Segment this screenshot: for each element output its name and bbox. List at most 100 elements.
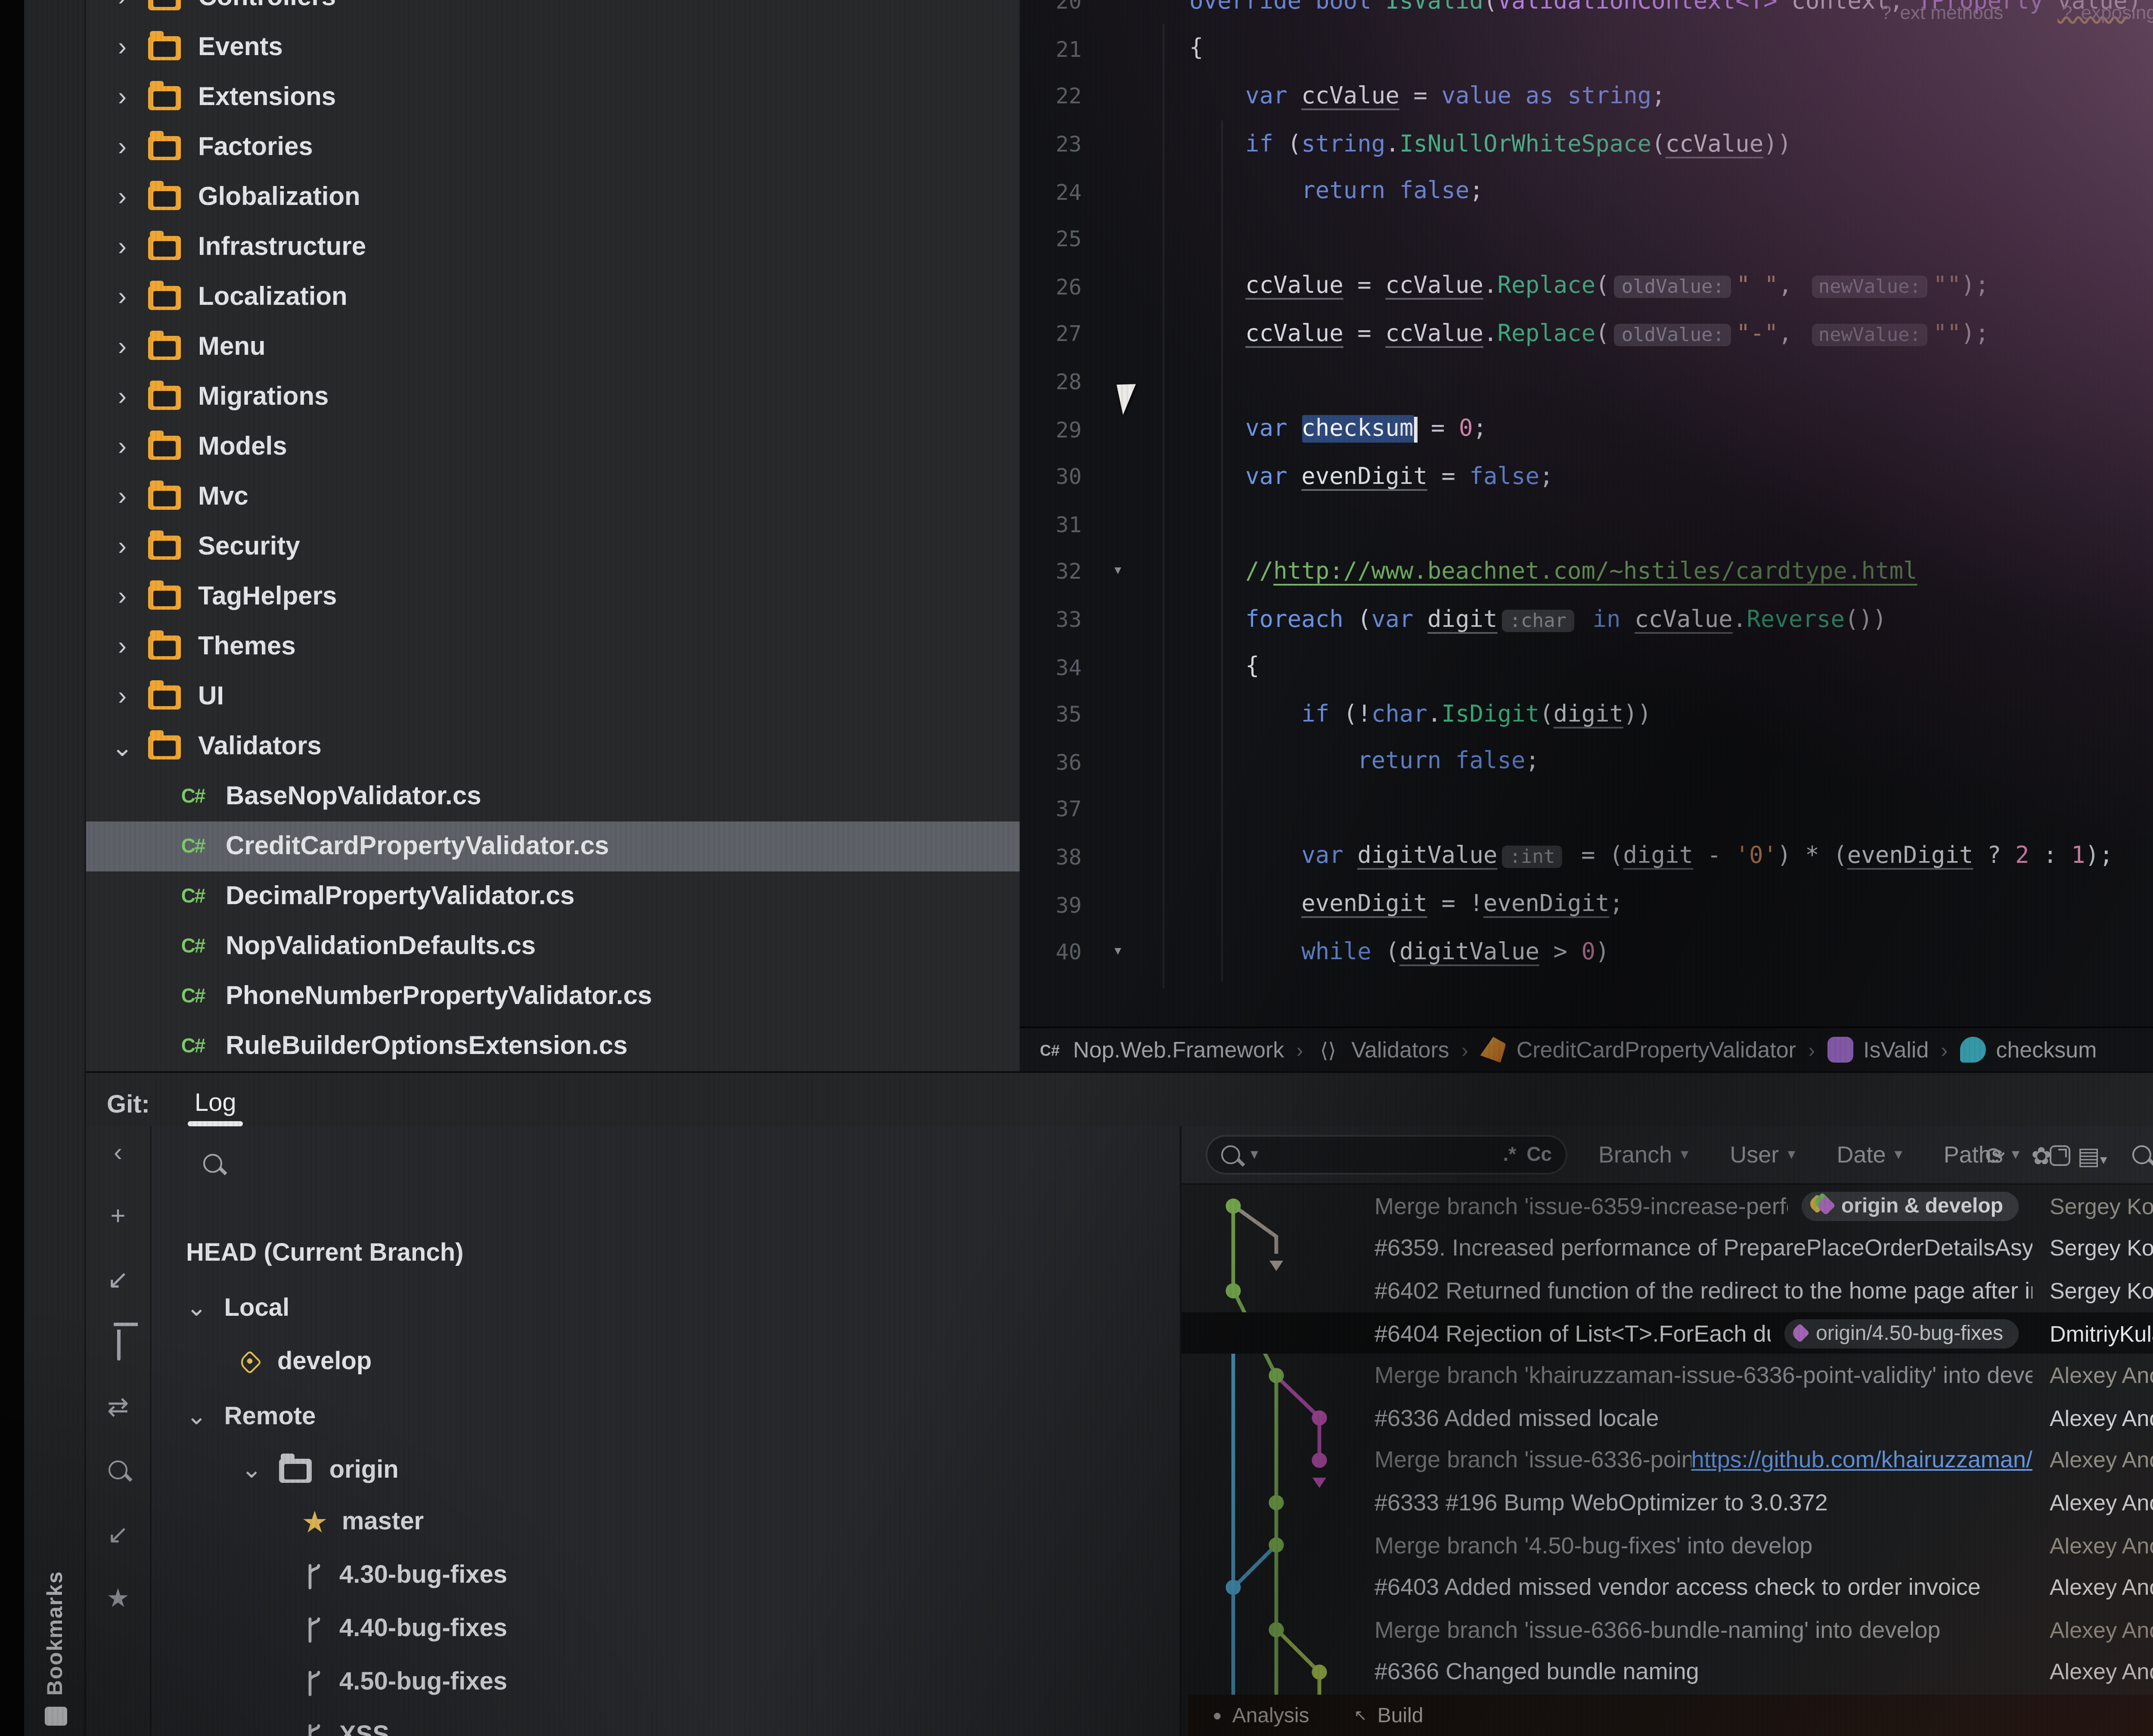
tree-folder-extensions[interactable]: ›Extensions	[86, 72, 1020, 122]
tree-file-basenopvalidator-cs[interactable]: C#BaseNopValidator.cs	[86, 772, 1020, 822]
tree-file-creditcardpropertyvalidator-cs[interactable]: C#CreditCardPropertyValidator.cs	[86, 822, 1020, 871]
editor-line-34[interactable]: 34 {	[1020, 643, 2153, 690]
commit-row-6[interactable]: #6336 Added missed localeAlexey Anokhin1…	[1182, 1397, 2153, 1439]
editor-line-26[interactable]: 26 ccValue = ccValue.Replace(oldValue:" …	[1020, 263, 2153, 310]
tree-folder-migrations[interactable]: ›Migrations	[86, 372, 1020, 422]
editor-line-25[interactable]: 25	[1020, 215, 2153, 263]
tree-file-phonenumberpropertyvalidator-cs[interactable]: C#PhoneNumberPropertyValidator.cs	[86, 971, 1020, 1021]
commit-row-2[interactable]: #6359. Increased performance of PrepareP…	[1182, 1227, 2153, 1269]
commit-row-9[interactable]: Merge branch '4.50-bug-fixes' into devel…	[1182, 1524, 2153, 1566]
editor-line-32[interactable]: 32▾ //http://www.beachnet.com/~hstiles/c…	[1020, 548, 2153, 595]
breadcrumb-item-checksum[interactable]: checksum	[1960, 1037, 2097, 1063]
build-indicator[interactable]: ↖Build	[1354, 1703, 1424, 1727]
tree-folder-models[interactable]: ›Models	[86, 422, 1020, 472]
editor-line-40[interactable]: 40▾ while (digitValue > 0)	[1020, 928, 2153, 976]
delete-icon[interactable]	[116, 1331, 120, 1359]
search-icon[interactable]	[109, 1459, 127, 1486]
branch-item-origin[interactable]: ⌄origin	[241, 1450, 399, 1491]
refresh-icon[interactable]: ⟳	[1985, 1141, 2005, 1170]
tree-folder-security[interactable]: ›Security	[86, 522, 1020, 572]
editor-line-30[interactable]: 30 var evenDigit = false;	[1020, 453, 2153, 500]
branch-item-remote[interactable]: ⌄Remote	[186, 1397, 316, 1438]
commit-row-4[interactable]: #6404 Rejection of List<T>.ForEach due t…	[1182, 1312, 2153, 1354]
branch-item-4-40-bug-fixes[interactable]: 4.40-bug-fixes	[303, 1609, 507, 1650]
editor-line-28[interactable]: 28	[1020, 358, 2153, 405]
branch-item-xss[interactable]: XSS	[303, 1715, 389, 1736]
tree-file-rulebuilderoptionsextension-cs[interactable]: C#RuleBuilderOptionsExtension.cs	[86, 1021, 1020, 1071]
editor-line-31[interactable]: 31	[1020, 500, 2153, 548]
search-commit-icon[interactable]	[2133, 1142, 2152, 1169]
fold-marker-icon[interactable]: ▾	[1102, 562, 1133, 581]
commit-row-5[interactable]: Merge branch 'khairuzzaman-issue-6336-po…	[1182, 1355, 2153, 1397]
breadcrumb-item-isvalid[interactable]: IsValid	[1827, 1037, 1929, 1063]
add-icon[interactable]: +	[110, 1204, 125, 1231]
tree-folder-globalization[interactable]: ›Globalization	[86, 172, 1020, 222]
compare-icon[interactable]: ⇄	[107, 1395, 129, 1423]
editor-line-21[interactable]: 21 {	[1020, 25, 2153, 72]
editor-line-22[interactable]: 22 var ccValue = value as string;	[1020, 73, 2153, 120]
editor-line-23[interactable]: 23 if (string.IsNullOrWhiteSpace(ccValue…	[1020, 120, 2153, 167]
match-case-toggle[interactable]: Cc	[1526, 1144, 1552, 1165]
tree-folder-infrastructure[interactable]: ›Infrastructure	[86, 222, 1020, 272]
ref-chip-origin-4-50-bug-fixes[interactable]: origin/4.50-bug-fixes	[1785, 1318, 2019, 1348]
tree-file-nopvalidationdefaults-cs[interactable]: C#NopValidationDefaults.cs	[86, 921, 1020, 971]
editor-line-24[interactable]: 24 return false;	[1020, 168, 2153, 215]
bookmarks-tool-button[interactable]: Bookmarks	[24, 1572, 86, 1726]
favorite-icon[interactable]: ★	[106, 1586, 130, 1614]
fold-marker-icon[interactable]: ▾	[1102, 942, 1133, 961]
tree-folder-ui[interactable]: ›UI	[86, 672, 1020, 722]
code-vision-hint[interactable]: ?exposing APIs	[2062, 3, 2153, 24]
regex-toggle[interactable]: .*	[1503, 1144, 1517, 1165]
commit-row-10[interactable]: #6403 Added missed vendor access check t…	[1182, 1566, 2153, 1609]
code-vision-hint[interactable]: ?ext methods	[1881, 3, 2003, 24]
breadcrumb-item-creditcardpropertyvalidator[interactable]: CreditCardPropertyValidator	[1480, 1037, 1796, 1063]
breadcrumb-item-nop.web.framework[interactable]: C#Nop.Web.Framework	[1037, 1037, 1284, 1063]
editor-line-35[interactable]: 35 if (!char.IsDigit(digit))	[1020, 691, 2153, 738]
tree-file-decimalpropertyvalidator-cs[interactable]: C#DecimalPropertyValidator.cs	[86, 871, 1020, 921]
commit-search-input[interactable]: ▾ .* Cc	[1206, 1135, 1567, 1175]
checkout-icon[interactable]: ↙	[107, 1522, 129, 1550]
breadcrumb-item-validators[interactable]: ⟨⟩Validators	[1315, 1037, 1449, 1063]
commit-row-7[interactable]: Merge branch 'issue-6336-point-validity'…	[1182, 1439, 2153, 1481]
tree-folder-validators[interactable]: ⌄Validators	[86, 722, 1020, 772]
editor-line-39[interactable]: 39 evenDigit = !evenDigit;	[1020, 880, 2153, 928]
editor-line-37[interactable]: 37	[1020, 785, 2153, 833]
collapse-icon[interactable]: ‹	[114, 1140, 122, 1168]
filter-user[interactable]: User▾	[1730, 1142, 1795, 1168]
branch-item-local[interactable]: ⌄Local	[186, 1288, 289, 1330]
tab-log[interactable]: Log	[195, 1090, 236, 1119]
branch-search-icon[interactable]	[203, 1154, 222, 1173]
intellisort-icon[interactable]: ▤▾	[2077, 1141, 2107, 1170]
analysis-indicator[interactable]: ●Analysis	[1213, 1703, 1309, 1727]
branch-item-4-50-bug-fixes[interactable]: 4.50-bug-fixes	[303, 1662, 507, 1703]
tree-folder-factories[interactable]: ›Factories	[86, 122, 1020, 172]
tree-folder-mvc[interactable]: ›Mvc	[86, 472, 1020, 522]
editor-line-36[interactable]: 36 return false;	[1020, 738, 2153, 785]
commit-row-1[interactable]: Merge branch 'issue-6359-increase-perfor…	[1182, 1185, 2153, 1227]
editor-line-33[interactable]: 33 foreach (var digit:char in ccValue.Re…	[1020, 595, 2153, 643]
tree-folder-controllers[interactable]: ›Controllers	[86, 0, 1020, 22]
commit-row-11[interactable]: Merge branch 'issue-6366-bundle-naming' …	[1182, 1609, 2153, 1651]
code-editor[interactable]: 20 override bool IsValid(ValidationConte…	[1020, 0, 2153, 1071]
tree-folder-themes[interactable]: ›Themes	[86, 622, 1020, 672]
commit-link[interactable]: https://github.com/khairuzzaman/	[1691, 1448, 2032, 1473]
filter-branch[interactable]: Branch▾	[1598, 1142, 1688, 1168]
code-vision-hints[interactable]: ?ext methods ?exposing APIs	[1881, 3, 2153, 24]
editor-line-27[interactable]: 27 ccValue = ccValue.Replace(oldValue:"-…	[1020, 310, 2153, 358]
arrow-down-left-icon[interactable]: ↙	[107, 1268, 129, 1295]
filter-date[interactable]: Date▾	[1837, 1142, 1902, 1168]
branch-item-master[interactable]: ★master	[303, 1502, 424, 1543]
branch-item-head-current-branch-[interactable]: HEAD (Current Branch)	[186, 1233, 464, 1274]
tree-folder-menu[interactable]: ›Menu	[86, 322, 1020, 372]
commit-row-12[interactable]: #6366 Changed bundle namingAlexey Anokhi…	[1182, 1651, 2153, 1693]
ref-chip-origin-develop[interactable]: origin & develop	[1802, 1191, 2019, 1221]
branch-item-develop[interactable]: develop	[241, 1342, 372, 1383]
branch-item-4-30-bug-fixes[interactable]: 4.30-bug-fixes	[303, 1555, 507, 1596]
tree-folder-taghelpers[interactable]: ›TagHelpers	[86, 572, 1020, 622]
commit-row-8[interactable]: #6333 #196 Bump WebOptimizer to 3.0.372A…	[1182, 1482, 2153, 1524]
editor-line-38[interactable]: 38 var digitValue:int = (digit - '0') * …	[1020, 833, 2153, 880]
editor-line-29[interactable]: 29 var checksum = 0;	[1020, 405, 2153, 453]
tree-folder-events[interactable]: ›Events	[86, 22, 1020, 72]
tree-folder-localization[interactable]: ›Localization	[86, 272, 1020, 322]
cherry-pick-icon[interactable]: ✿	[2031, 1141, 2051, 1170]
